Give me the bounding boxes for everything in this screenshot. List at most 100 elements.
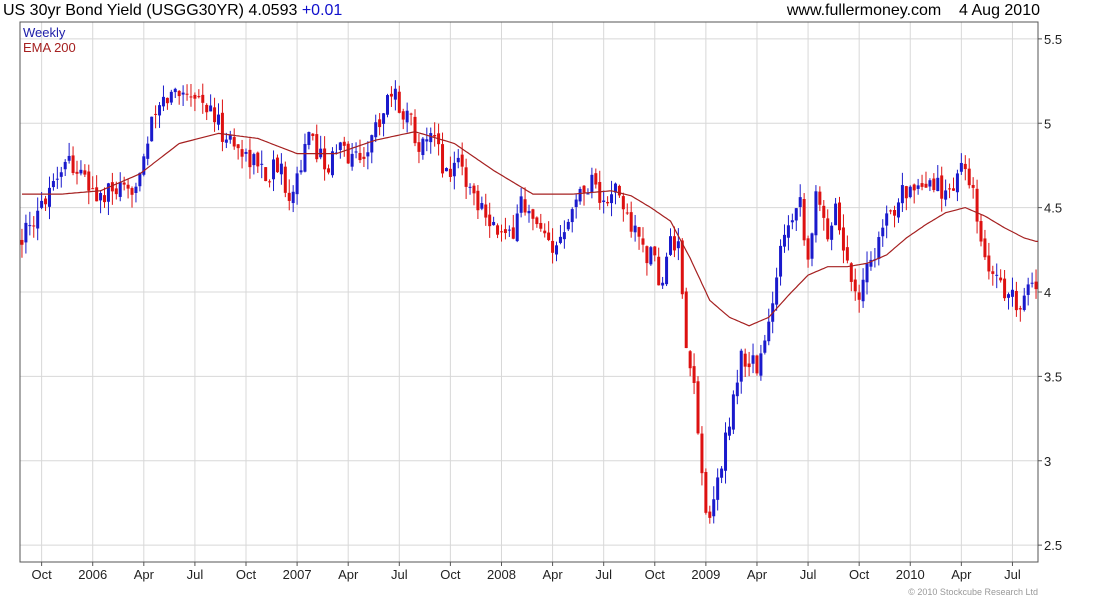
candle-down (838, 196, 842, 235)
candle-down (511, 214, 515, 240)
candle-up (782, 224, 786, 253)
candle-down (531, 208, 535, 231)
y-tick-label: 5.5 (1044, 32, 1062, 47)
x-tick-label: Jul (187, 567, 204, 582)
candle-up (712, 486, 716, 524)
candle-down (535, 216, 539, 228)
candle-up (873, 248, 877, 268)
candlesticks (20, 80, 1038, 524)
candle-down (924, 171, 928, 188)
candle-up (421, 137, 425, 160)
candle-up (959, 153, 963, 175)
candle-up (158, 102, 162, 128)
candle-down (755, 354, 759, 376)
bond-yield-chart: 2.5 3 3.5 4 4.5 5 5.5 Oct 2006 Apr Jul Oct 2007 Apr Ju… (19, 21, 1063, 597)
candle-up (602, 190, 606, 214)
y-tick-label: 3.5 (1044, 369, 1062, 384)
candle-up (955, 169, 959, 202)
candle-down (999, 269, 1003, 283)
candle-down (1014, 281, 1018, 317)
candle-up (354, 142, 358, 159)
candle-up (649, 246, 653, 266)
candle-down (275, 154, 279, 173)
candle-down (845, 235, 849, 264)
candle-down (315, 124, 319, 163)
candle-up (303, 133, 307, 173)
candle-up (216, 103, 220, 131)
candle-down (499, 224, 503, 242)
y-tick-label: 4.5 (1044, 201, 1062, 216)
candle-down (920, 174, 924, 191)
legend-weekly: Weekly (23, 25, 66, 40)
candle-up (779, 239, 783, 286)
candle-up (456, 149, 460, 169)
axes: 2.5 3 3.5 4 4.5 5 5.5 Oct 2006 Apr Jul Oct 2007 Apr Ju… (32, 32, 1063, 582)
candle-down (853, 268, 857, 301)
candle-up (366, 141, 370, 170)
candle-down (240, 139, 244, 169)
candle-down (704, 468, 708, 515)
candle-up (181, 85, 185, 106)
candle-down (1034, 269, 1038, 299)
ema-200-line (22, 131, 1038, 327)
candle-up (751, 343, 755, 374)
candle-down (460, 142, 464, 176)
candle-up (480, 196, 484, 211)
candle-up (759, 344, 763, 381)
candle-up (79, 160, 83, 176)
candle-up (834, 197, 838, 226)
candle-down (213, 97, 217, 132)
candle-down (220, 99, 224, 152)
candle-up (515, 204, 519, 243)
x-tick-label: 2006 (78, 567, 107, 582)
candle-down (189, 83, 193, 107)
candle-up (767, 308, 771, 346)
candle-down (484, 193, 488, 226)
candle-down (44, 195, 48, 212)
candle-up (295, 166, 299, 205)
candle-down (433, 122, 437, 147)
candle-up (279, 153, 283, 185)
candle-down (983, 229, 987, 260)
candle-up (775, 267, 779, 311)
candle-down (948, 183, 952, 199)
candle-up (1030, 272, 1034, 288)
candle-up (1026, 277, 1030, 306)
x-tick-label: Apr (747, 567, 768, 582)
candle-up (59, 166, 63, 188)
candle-up (330, 147, 334, 178)
candle-up (865, 251, 869, 295)
x-tick-label: Apr (338, 567, 359, 582)
candle-up (272, 150, 276, 192)
candle-up (244, 148, 248, 162)
candle-up (519, 187, 523, 218)
candle-up (810, 232, 814, 267)
candle-up (51, 173, 55, 191)
candle-down (680, 238, 684, 299)
candle-down (476, 185, 480, 220)
candle-down (346, 141, 350, 164)
candle-down (417, 133, 421, 164)
y-tick-label: 4 (1044, 285, 1051, 300)
candle-down (857, 284, 861, 313)
candle-up (555, 241, 559, 262)
candle-up (507, 225, 511, 237)
candle-up (731, 390, 735, 435)
x-tick-label: Jul (1004, 567, 1021, 582)
candle-down (657, 247, 661, 286)
candle-up (936, 165, 940, 192)
candle-up (794, 208, 798, 232)
candle-down (747, 351, 751, 377)
candle-down (743, 348, 747, 378)
candle-up (47, 176, 51, 220)
candle-up (928, 178, 932, 192)
candle-down (594, 168, 598, 189)
candle-down (598, 170, 602, 210)
candle-down (413, 109, 417, 147)
candle-down (700, 426, 704, 486)
candle-down (83, 164, 87, 178)
candle-down (236, 143, 240, 160)
candle-up (610, 180, 614, 217)
candle-up (260, 150, 264, 179)
candle-up (150, 116, 154, 142)
